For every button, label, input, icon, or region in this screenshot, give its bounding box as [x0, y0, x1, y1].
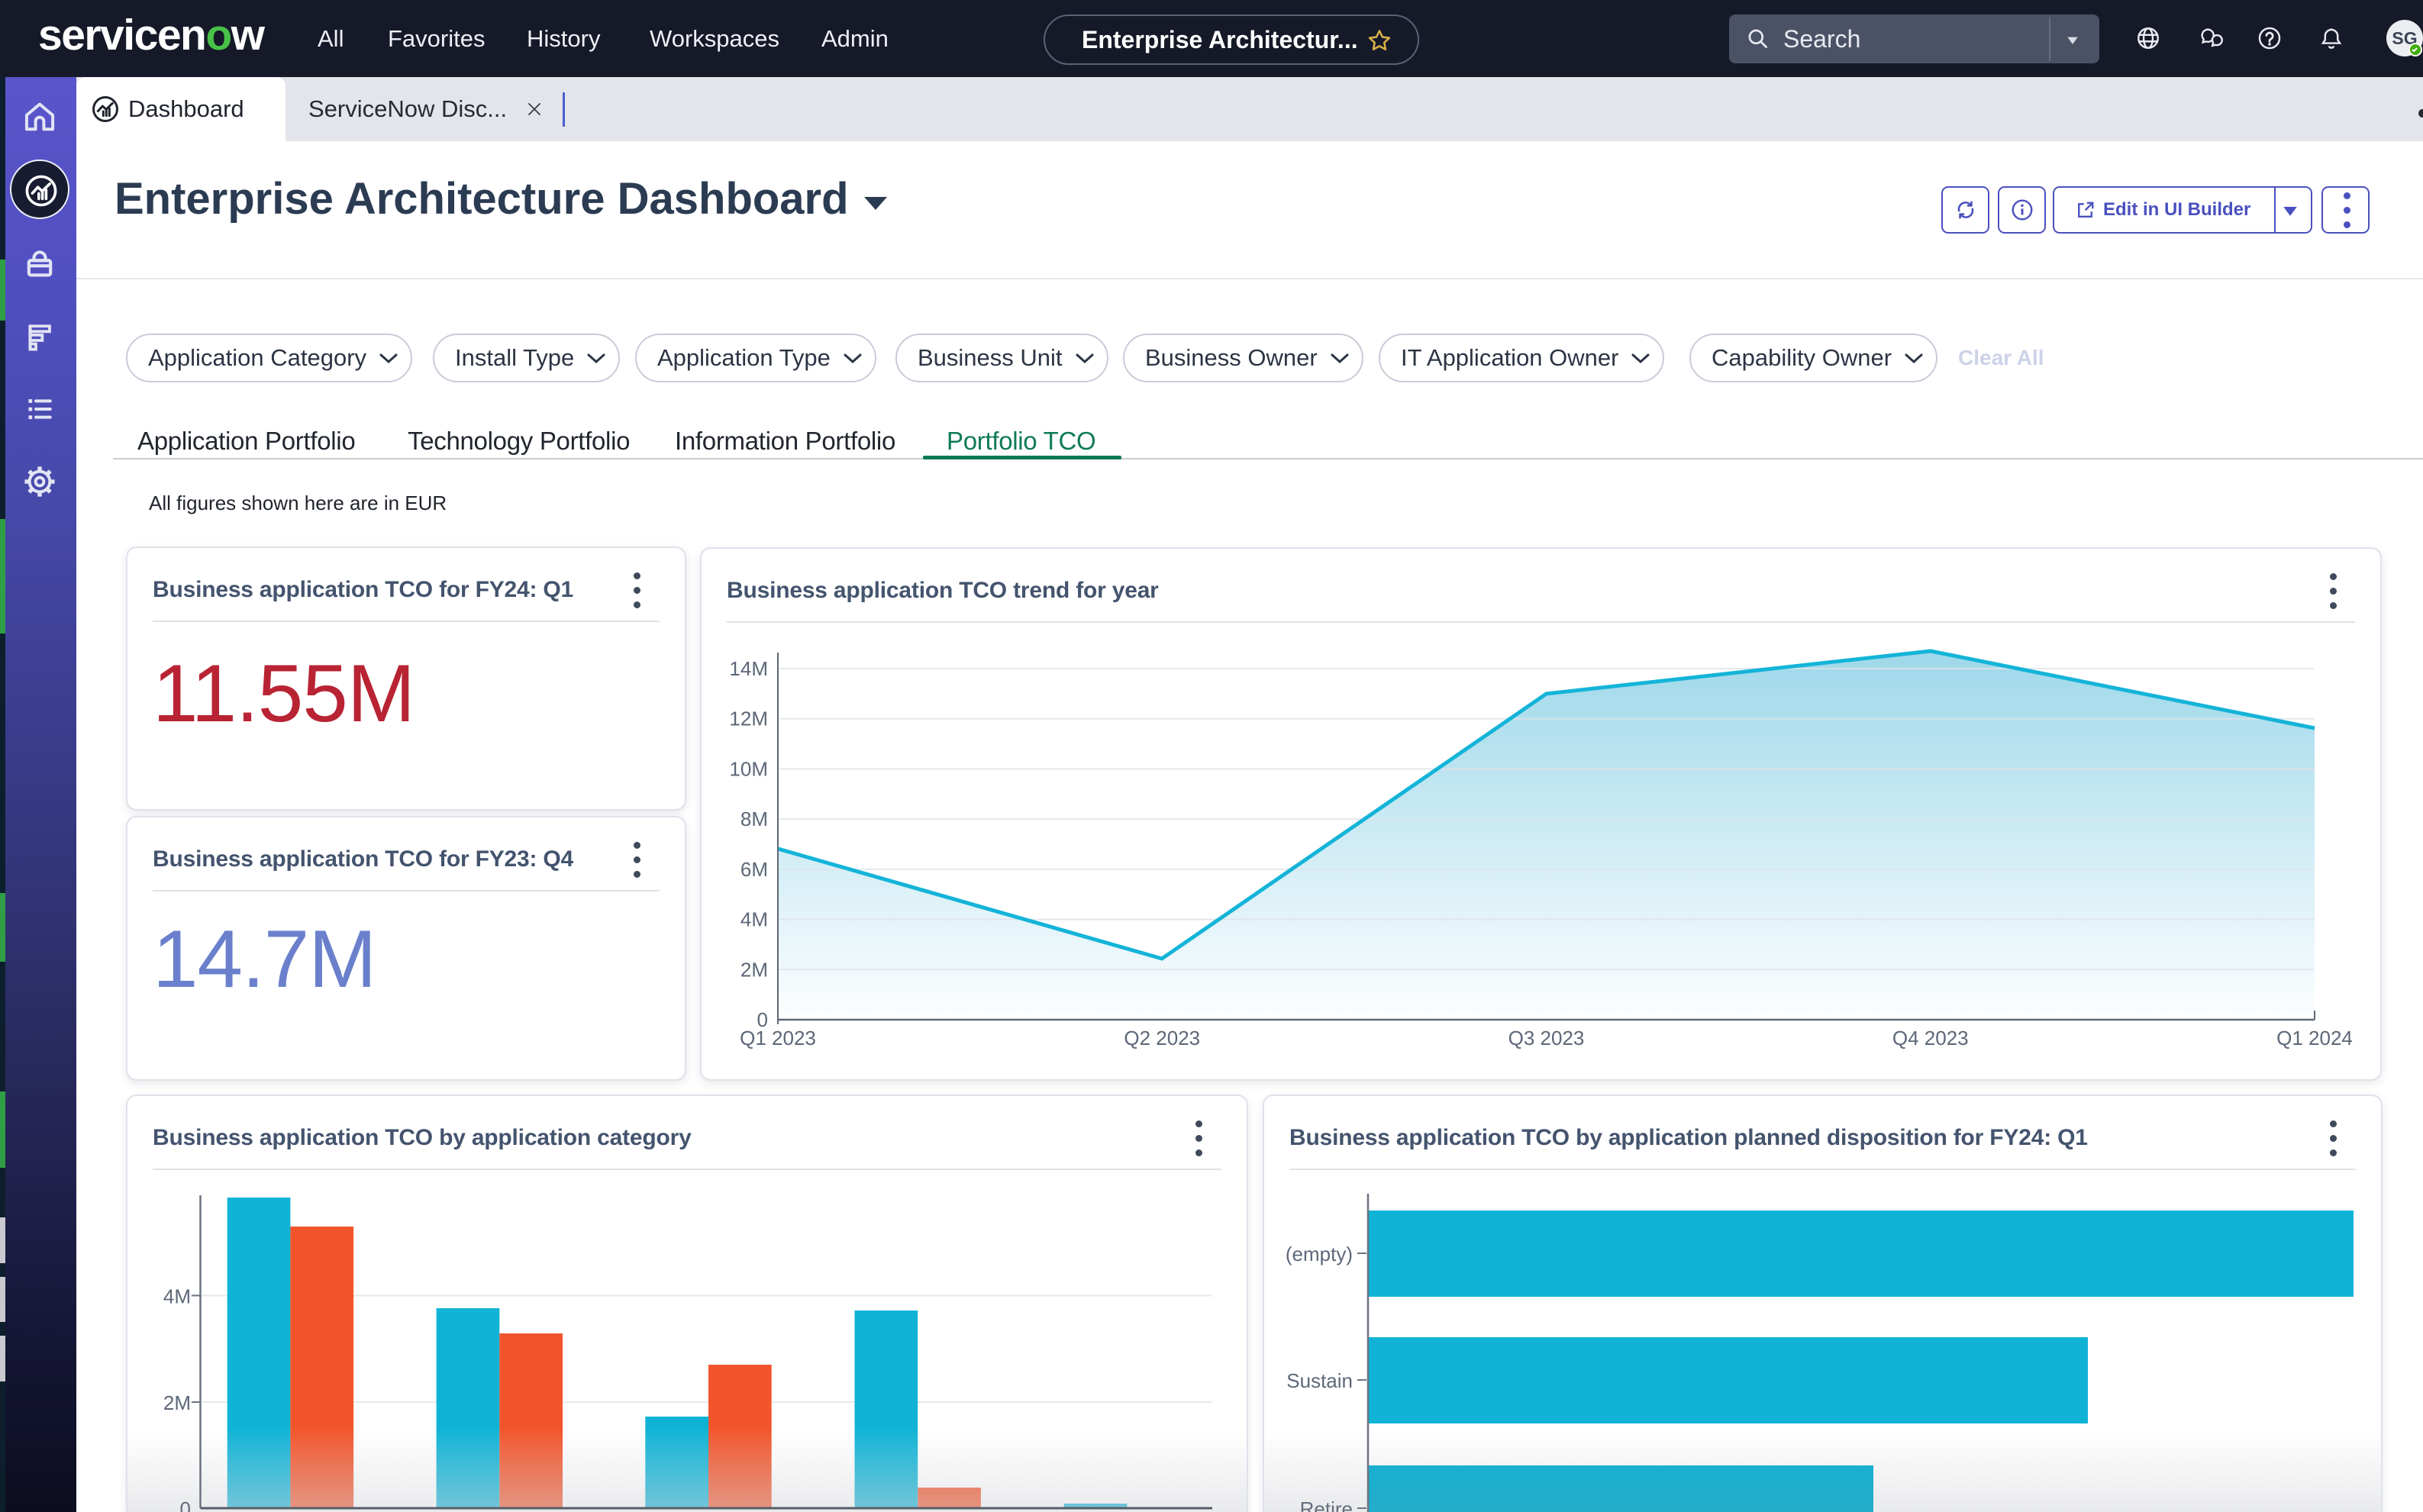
svg-text:Q3 2023: Q3 2023 — [1508, 1027, 1585, 1049]
svg-text:4M: 4M — [163, 1285, 191, 1307]
svg-text:10M: 10M — [729, 758, 768, 781]
svg-text:14M: 14M — [729, 657, 768, 680]
svg-text:Q1 2024: Q1 2024 — [2276, 1027, 2353, 1049]
svg-text:Q2 2023: Q2 2023 — [1124, 1027, 1200, 1049]
svg-text:Sustain: Sustain — [1286, 1369, 1353, 1392]
svg-text:Q4 2023: Q4 2023 — [1892, 1027, 1969, 1049]
svg-text:4M: 4M — [740, 908, 768, 931]
svg-text:(empty): (empty) — [1286, 1243, 1353, 1265]
svg-text:2M: 2M — [740, 958, 768, 981]
svg-text:Q1 2023: Q1 2023 — [740, 1027, 816, 1049]
svg-text:12M: 12M — [729, 708, 768, 730]
svg-text:8M: 8M — [740, 808, 768, 830]
svg-text:6M: 6M — [740, 858, 768, 881]
svg-text:2M: 2M — [163, 1391, 191, 1414]
